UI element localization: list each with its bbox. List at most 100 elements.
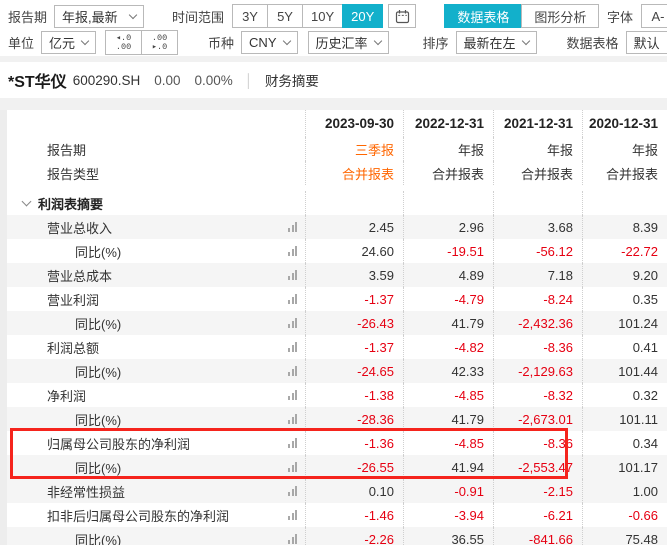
unit-value: 亿元 — [49, 33, 75, 52]
currency-value: CNY — [249, 35, 276, 50]
table-row[interactable]: 归属母公司股东的净利润-1.36-4.85-8.360.34 — [7, 431, 667, 455]
stock-change: 0.00% — [195, 73, 233, 88]
cell-value: -4.79 — [403, 287, 493, 311]
row-label-cell: 营业总收入 — [7, 215, 305, 239]
cell-value: 年报 — [493, 137, 582, 161]
row-label-cell: 同比(%) — [7, 455, 305, 479]
cell-value: -28.36 — [305, 407, 403, 431]
time-range-3y-button[interactable]: 3Y — [232, 4, 268, 28]
time-range-5y-button[interactable]: 5Y — [267, 4, 303, 28]
row-label: 营业总成本 — [47, 266, 112, 285]
cell-value: -24.65 — [305, 359, 403, 383]
cell-value: 101.11 — [582, 407, 667, 431]
divider-band — [0, 98, 667, 110]
cell-value: 7.18 — [493, 263, 582, 287]
font-smaller-button[interactable]: A- — [641, 4, 667, 28]
mini-bar-chart-icon[interactable] — [288, 222, 297, 232]
cell-value: -2,673.01 — [493, 407, 582, 431]
mini-bar-chart-icon[interactable] — [288, 318, 297, 328]
row-label: 同比(%) — [75, 458, 121, 477]
table-row[interactable]: 营业利润-1.37-4.79-8.240.35 — [7, 287, 667, 311]
row-label-cell: 非经常性损益 — [7, 479, 305, 503]
mini-bar-chart-icon[interactable] — [288, 486, 297, 496]
row-label-cell: 同比(%) — [7, 407, 305, 431]
chevron-down-icon — [282, 37, 290, 45]
row-label-cell: 同比(%) — [7, 527, 305, 545]
table-row[interactable]: 同比(%)24.60-19.51-56.12-22.72 — [7, 239, 667, 263]
currency-select[interactable]: CNY — [241, 31, 297, 54]
mini-bar-chart-icon[interactable] — [288, 246, 297, 256]
section-title: 利润表摘要 — [38, 194, 103, 213]
cell-value: -8.24 — [493, 287, 582, 311]
time-range-10y-button[interactable]: 10Y — [302, 4, 343, 28]
table-style-value: 默认 — [634, 33, 660, 52]
cell-value: -4.85 — [403, 431, 493, 455]
table-meta-row: 报告类型合并报表合并报表合并报表合并报表 — [7, 161, 667, 185]
date-column-header: 2020-12-31 — [582, 110, 667, 137]
sort-select[interactable]: 最新在左 — [456, 31, 537, 54]
row-label: 同比(%) — [75, 530, 121, 545]
row-label: 归属母公司股东的净利润 — [47, 434, 190, 453]
table-row[interactable]: 营业总收入2.452.963.688.39 — [7, 215, 667, 239]
row-label-cell: 扣非后归属母公司股东的净利润 — [7, 503, 305, 527]
calendar-button[interactable] — [388, 4, 416, 28]
stock-price: 0.00 — [154, 73, 180, 88]
mini-bar-chart-icon[interactable] — [288, 270, 297, 280]
mini-bar-chart-icon[interactable] — [288, 390, 297, 400]
cell-value: -0.66 — [582, 503, 667, 527]
mini-bar-chart-icon[interactable] — [288, 366, 297, 376]
table-row[interactable]: 营业总成本3.594.897.189.20 — [7, 263, 667, 287]
mini-bar-chart-icon[interactable] — [288, 342, 297, 352]
table-row[interactable]: 扣非后归属母公司股东的净利润-1.46-3.94-6.21-0.66 — [7, 503, 667, 527]
cell-value: 75.48 — [582, 527, 667, 545]
chevron-down-icon — [521, 37, 529, 45]
mini-bar-chart-icon[interactable] — [288, 462, 297, 472]
time-range-20y-button[interactable]: 20Y — [342, 4, 383, 28]
cell-value: -1.37 — [305, 287, 403, 311]
mini-bar-chart-icon[interactable] — [288, 510, 297, 520]
unit-select[interactable]: 亿元 — [41, 31, 96, 54]
table-style-select[interactable]: 默认 — [626, 31, 667, 54]
table-row[interactable]: 同比(%)-24.6542.33-2,129.63101.44 — [7, 359, 667, 383]
financial-table: 2023-09-302022-12-312021-12-312020-12-31… — [7, 110, 667, 545]
tab-financial-summary[interactable]: 财务摘要 — [265, 70, 319, 90]
cell-value: -841.66 — [493, 527, 582, 545]
cell-value: 0.41 — [582, 335, 667, 359]
table-row[interactable]: 非经常性损益0.10-0.91-2.151.00 — [7, 479, 667, 503]
row-label-cell: 归属母公司股东的净利润 — [7, 431, 305, 455]
calendar-icon — [395, 9, 410, 24]
chevron-down-icon — [22, 196, 32, 206]
row-label-cell: 同比(%) — [7, 239, 305, 263]
table-row[interactable]: 同比(%)-26.4341.79-2,432.36101.24 — [7, 311, 667, 335]
row-label-cell: 利润总额 — [7, 335, 305, 359]
cell-value: 年报 — [582, 137, 667, 161]
table-row[interactable]: 利润总额-1.37-4.82-8.360.41 — [7, 335, 667, 359]
mini-bar-chart-icon[interactable] — [288, 438, 297, 448]
table-row[interactable]: 同比(%)-28.3641.79-2,673.01101.11 — [7, 407, 667, 431]
decrease-decimals-button[interactable]: ◂.0 .00 — [105, 30, 142, 55]
row-label: 报告期 — [7, 137, 305, 161]
mini-bar-chart-icon[interactable] — [288, 414, 297, 424]
fx-rate-select[interactable]: 历史汇率 — [308, 31, 389, 54]
view-chart-button[interactable]: 图形分析 — [521, 4, 599, 28]
mini-bar-chart-icon[interactable] — [288, 294, 297, 304]
table-row[interactable]: 同比(%)-2.2636.55-841.6675.48 — [7, 527, 667, 545]
sort-value: 最新在左 — [464, 33, 516, 52]
chevron-down-icon — [81, 37, 89, 45]
section-row-income-statement[interactable]: 利润表摘要 — [7, 191, 667, 215]
table-row[interactable]: 同比(%)-26.5541.94-2,553.47101.17 — [7, 455, 667, 479]
cell-value: -2.15 — [493, 479, 582, 503]
sort-label: 排序 — [423, 33, 449, 52]
cell-value: -1.46 — [305, 503, 403, 527]
increase-decimals-button[interactable]: .00 ▸.0 — [141, 30, 178, 55]
mini-bar-chart-icon[interactable] — [288, 534, 297, 544]
cell-value: -19.51 — [403, 239, 493, 263]
table-row[interactable]: 净利润-1.38-4.85-8.320.32 — [7, 383, 667, 407]
toolbar-row-1: 报告期 年报,最新 时间范围 3Y5Y10Y20Y 数据表格 图形分析 字体 A… — [0, 0, 667, 29]
cell-value: -2.26 — [305, 527, 403, 545]
report-period-select[interactable]: 年报,最新 — [54, 5, 144, 28]
cell-value: -1.37 — [305, 335, 403, 359]
row-label: 营业总收入 — [47, 218, 112, 237]
view-switch: 数据表格 图形分析 — [444, 4, 599, 28]
view-table-button[interactable]: 数据表格 — [444, 4, 522, 28]
